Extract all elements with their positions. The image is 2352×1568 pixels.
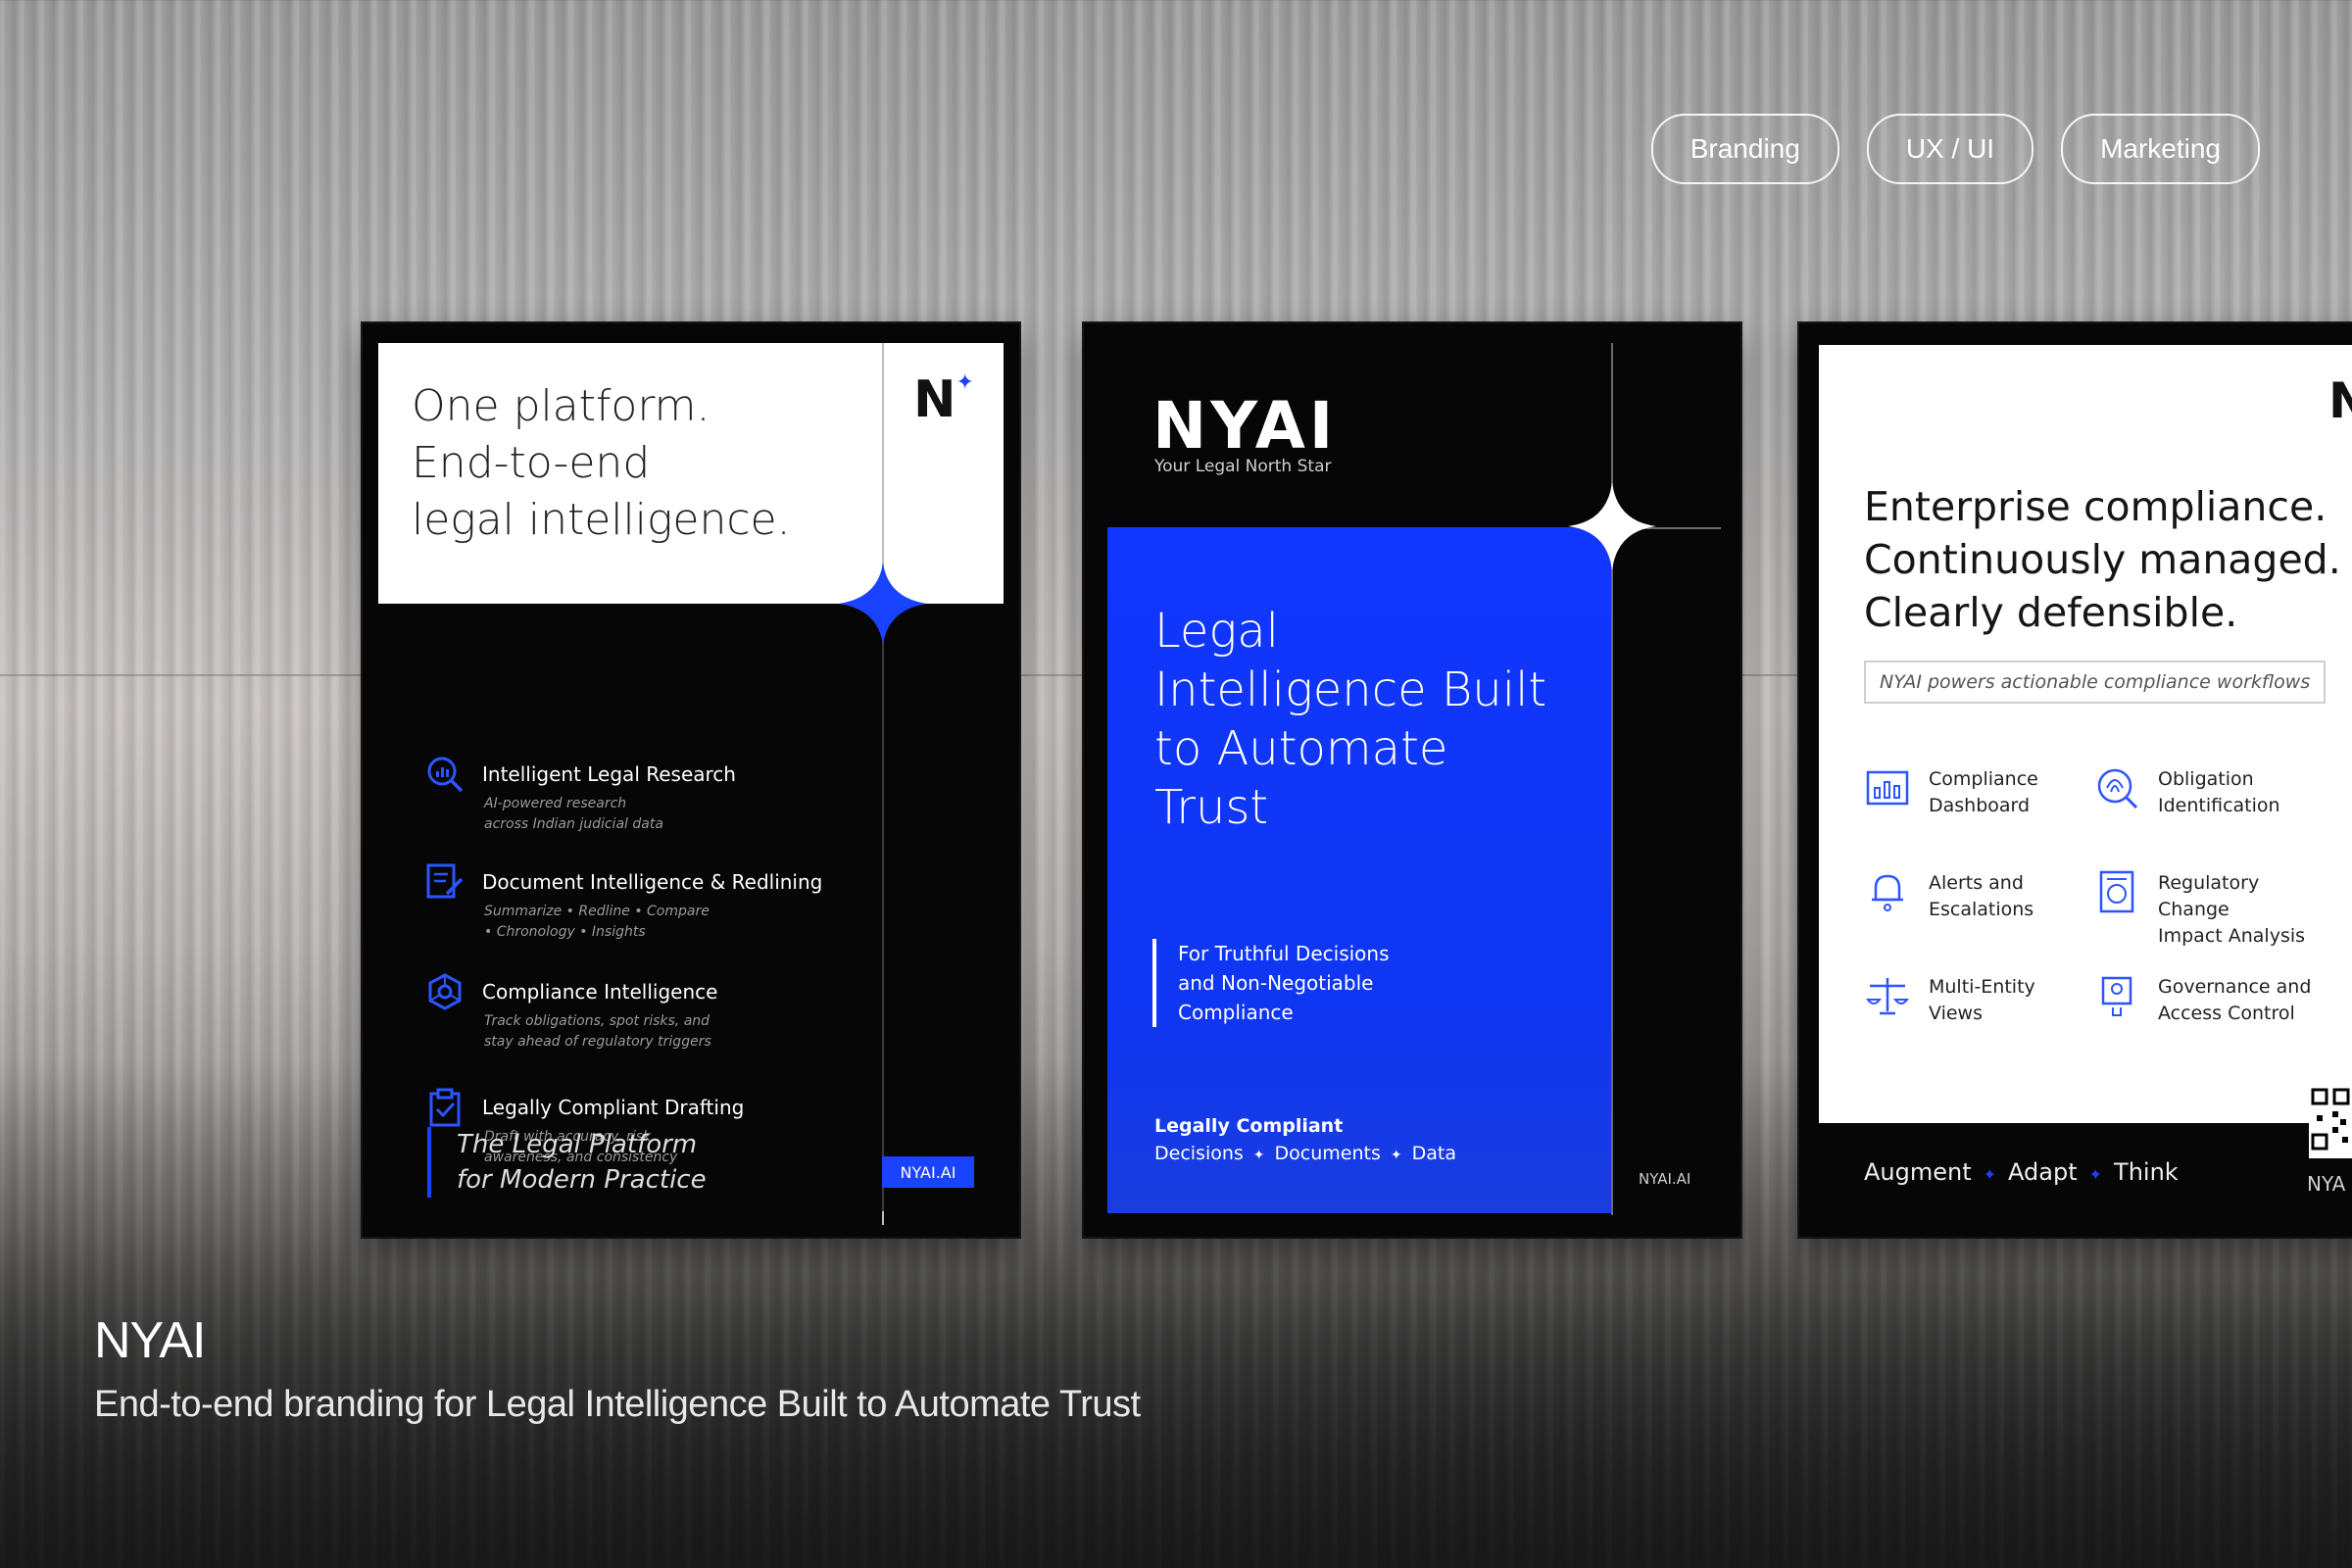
north-star-icon bbox=[1568, 482, 1656, 570]
nyai-n-logo: N✦ bbox=[913, 370, 974, 429]
poster-enterprise-compliance: N Enterprise compliance. Continuously man… bbox=[1799, 323, 2352, 1237]
tag-marketing[interactable]: Marketing bbox=[2061, 114, 2260, 184]
workflow-caption: NYAI powers actionable compliance workfl… bbox=[1864, 661, 2327, 704]
bell-alert-icon bbox=[1872, 874, 1903, 911]
regulatory-doc-icon bbox=[2099, 870, 2134, 913]
document-edit-icon bbox=[426, 863, 464, 899]
domain-badge: NYAI.AI bbox=[882, 1156, 974, 1188]
compliance-network-icon bbox=[428, 973, 462, 1010]
poster-tagline: The Legal Platform for Modern Practice bbox=[427, 1127, 707, 1198]
scales-icon bbox=[1865, 978, 1910, 1015]
tag-list: Branding UX / UI Marketing bbox=[1650, 114, 2260, 184]
divider-line bbox=[882, 604, 884, 1211]
poster-headline: One platform. End-to-end legal intellige… bbox=[412, 381, 791, 545]
access-control-icon bbox=[2101, 976, 2132, 1016]
project-subtitle: End-to-end branding for Legal Intelligen… bbox=[94, 1384, 1141, 1425]
logo-subtitle: Your Legal North Star bbox=[1154, 457, 1332, 476]
footer-title: Legally Compliant bbox=[1154, 1115, 1344, 1137]
domain-badge: NYAI.AI bbox=[1639, 1170, 1691, 1188]
tag-branding[interactable]: Branding bbox=[1650, 114, 1839, 184]
nyai-logo: NYAI bbox=[1152, 388, 1338, 464]
footer-items: Decisions ✦ Documents ✦ Data bbox=[1154, 1143, 1456, 1164]
clipboard-check-icon bbox=[429, 1088, 461, 1127]
poster-legal-intelligence: NYAI Your Legal North Star Legal Intellig… bbox=[1084, 323, 1740, 1237]
dashboard-chart-icon bbox=[1866, 770, 1909, 806]
qr-code bbox=[2309, 1084, 2352, 1158]
north-star-icon bbox=[839, 563, 927, 645]
nyai-n-logo: N bbox=[2328, 372, 2352, 429]
qr-code-icon bbox=[2311, 1088, 2350, 1151]
search-chart-icon bbox=[427, 757, 464, 793]
divider-line bbox=[1611, 343, 1613, 1215]
fingerprint-search-icon bbox=[2097, 768, 2138, 809]
tag-ux-ui[interactable]: UX / UI bbox=[1866, 114, 2034, 184]
poster-quote: For Truthful Decisions and Non-Negotiable… bbox=[1152, 939, 1390, 1027]
domain-badge: NYA bbox=[2307, 1172, 2346, 1196]
poster-headline: Enterprise compliance. Continuously manag… bbox=[1864, 483, 2341, 636]
poster-platform: One platform. End-to-end legal intellige… bbox=[363, 323, 1019, 1237]
footer-items: Augment ✦ Adapt ✦ Think bbox=[1864, 1158, 2179, 1186]
project-title: NYAI bbox=[94, 1312, 207, 1369]
poster-title: Legal Intelligence Built to Automate Trust bbox=[1154, 604, 1547, 835]
